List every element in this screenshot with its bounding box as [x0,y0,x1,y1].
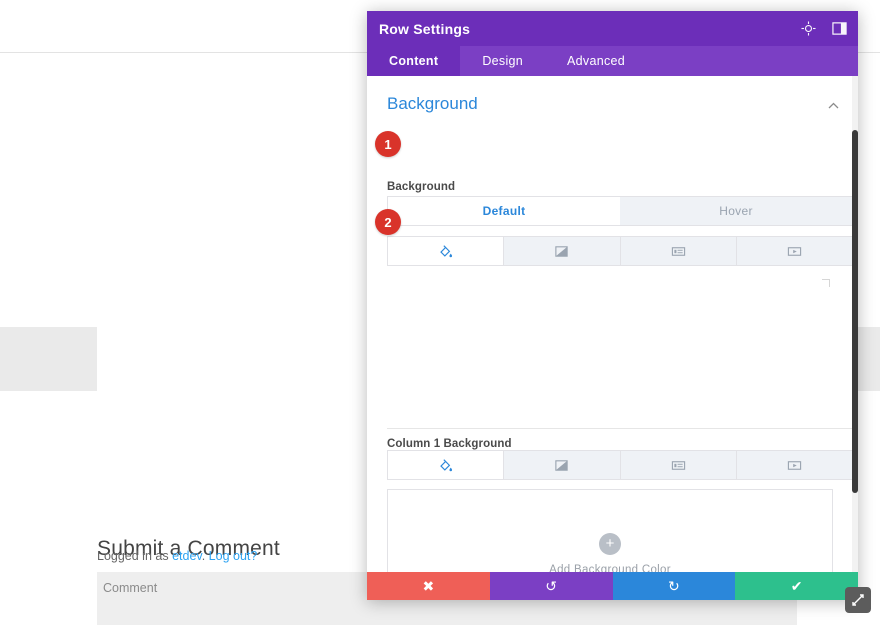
background-section-title: Background [387,94,478,113]
target-icon[interactable] [800,20,817,37]
logged-in-separator: . [201,549,209,563]
callout-1: 1 [375,131,401,157]
column-type-video[interactable] [736,451,852,479]
layout-toggle-icon[interactable] [831,20,848,37]
plus-icon[interactable]: + [599,532,621,555]
background-type-image[interactable] [620,237,737,265]
resize-handle[interactable] [845,587,871,613]
modal-header: Row Settings [367,11,858,46]
video-icon [787,244,802,259]
background-section-header[interactable]: Background [387,94,839,114]
logged-in-username-link[interactable]: etdev [172,549,202,563]
color-fill-icon [438,244,453,259]
modal-header-icons [800,11,848,46]
video-icon [787,458,802,473]
modal-title: Row Settings [379,20,471,37]
background-type-video[interactable] [736,237,852,265]
callout-2: 2 [375,209,401,235]
tab-design[interactable]: Design [460,46,545,76]
background-type-color-fill[interactable] [388,237,505,265]
redo-button[interactable]: ↻ [612,572,736,600]
column-type-image[interactable] [620,451,737,479]
column-type-gradient[interactable] [504,451,621,479]
undo-button[interactable]: ↺ [489,572,613,600]
background-field-label: Background [387,181,456,193]
background-state-tabs: Default Hover [387,196,853,226]
add-background-color-area[interactable]: + Add Background Color [387,489,833,581]
resize-arrows-icon [852,594,864,606]
gradient-icon [554,244,569,259]
tab-advanced[interactable]: Advanced [545,46,647,76]
column-type-color-fill[interactable] [388,451,505,479]
page-grey-block-left [0,327,97,391]
row-settings-modal: Row Settings Content Design Advanced Bac… [367,11,858,600]
column-background-type-selector [387,450,853,480]
chevron-up-icon[interactable] [828,98,839,111]
modal-action-bar: ✖ ↺ ↻ ✔ [367,572,858,600]
modal-scrollbar-track[interactable] [852,76,858,581]
logout-link[interactable]: Log out? [209,549,258,563]
color-fill-icon [438,458,453,473]
save-button[interactable]: ✔ [735,572,858,600]
image-icon [671,458,686,473]
background-type-selector [387,236,853,266]
background-type-gradient[interactable] [504,237,621,265]
logged-in-status: Logged in as etdev. Log out? [97,549,257,563]
tab-content[interactable]: Content [367,46,461,76]
modal-body: Background Background Default Hover Colu… [367,76,858,581]
background-preview-corner [822,279,830,287]
modal-scrollbar-thumb[interactable] [852,130,858,493]
logged-in-prefix: Logged in as [97,549,173,563]
image-icon [671,244,686,259]
comment-placeholder: Comment [103,581,158,595]
state-tab-default[interactable]: Default [388,197,620,225]
column-background-label: Column 1 Background [387,438,512,450]
page-grey-block-right [858,327,880,391]
modal-tabs: Content Design Advanced [367,46,858,76]
state-tab-hover[interactable]: Hover [620,197,852,225]
cancel-button[interactable]: ✖ [367,572,490,600]
section-divider [387,428,853,429]
gradient-icon [554,458,569,473]
